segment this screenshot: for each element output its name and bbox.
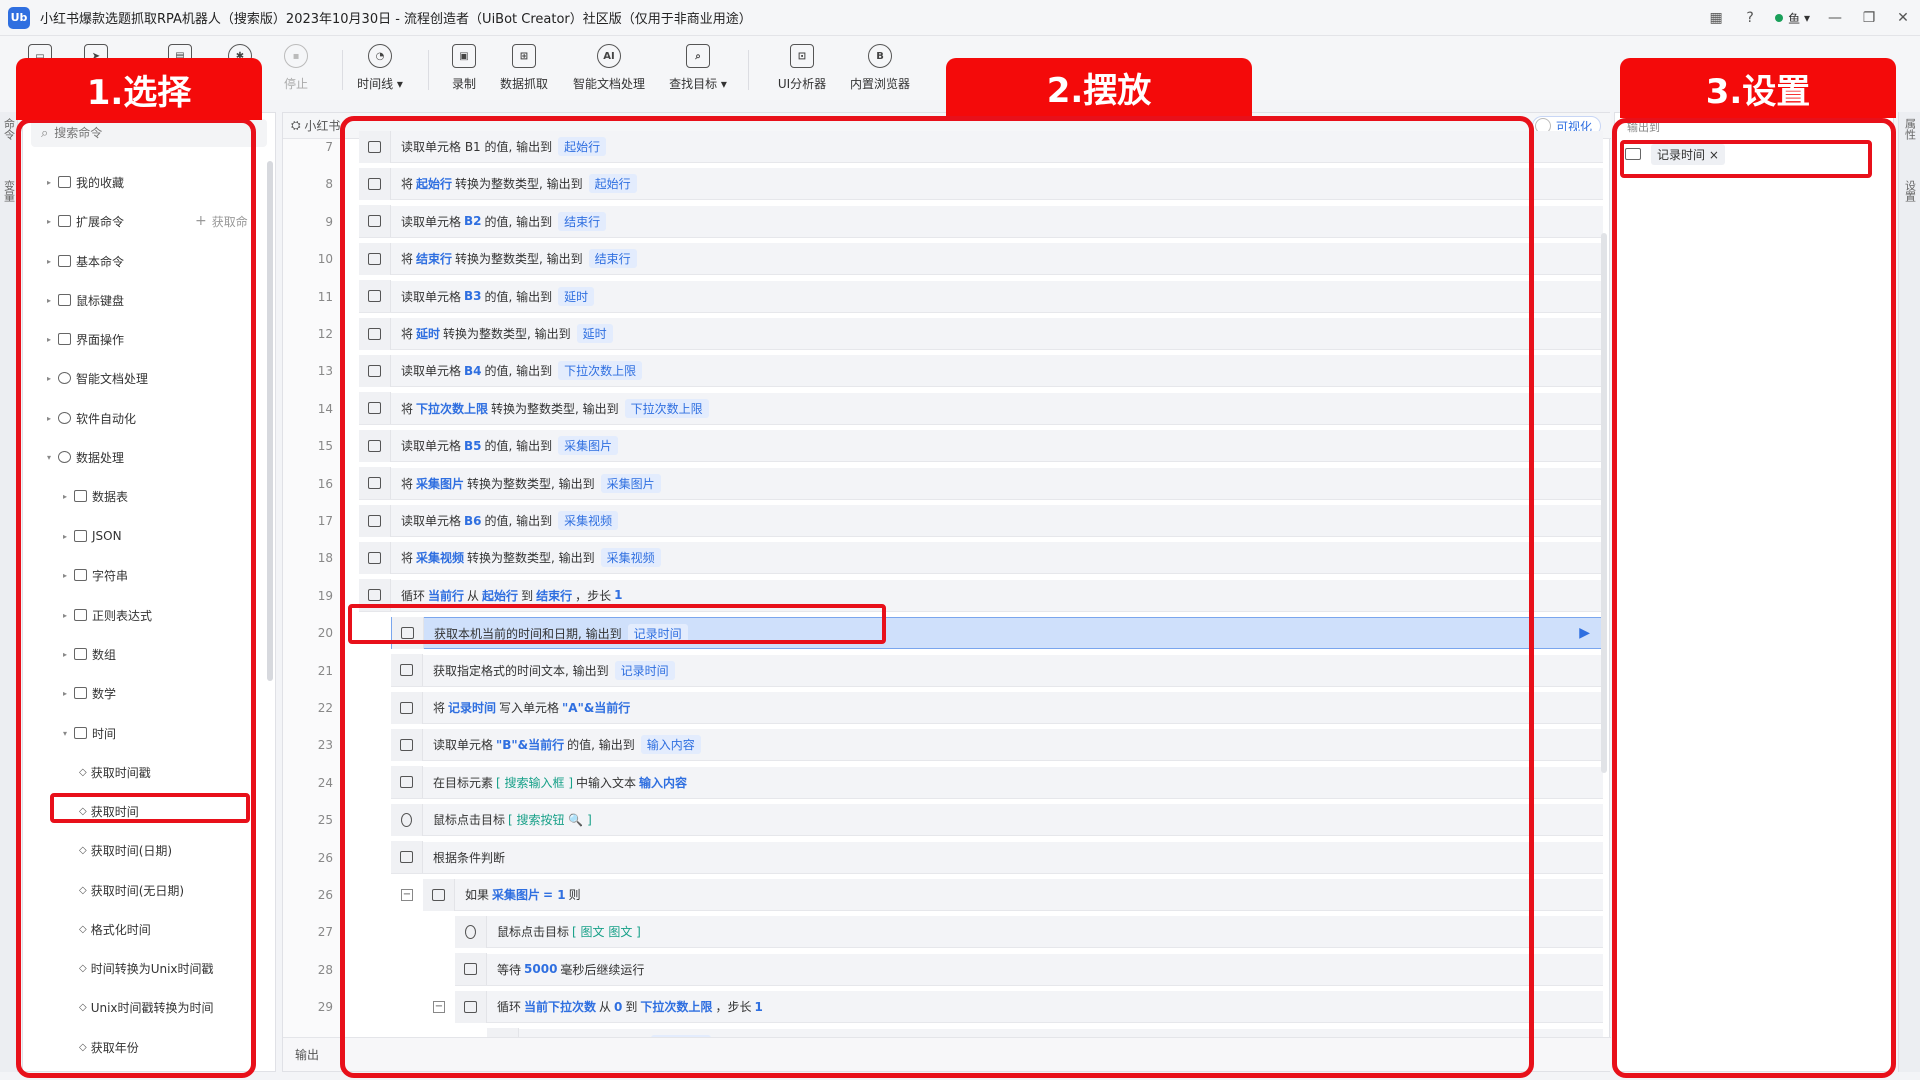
annotation-settings-box: [1612, 118, 1896, 1078]
ui-analyzer-icon: ⊡: [790, 44, 814, 68]
right-rail: 属性 设置: [1898, 112, 1920, 1072]
close-icon[interactable]: ✕: [1886, 0, 1920, 36]
browser-icon: B: [868, 44, 892, 68]
output-label: 输出: [295, 1048, 320, 1062]
line-number: 13: [317, 364, 333, 379]
line-number: 23: [317, 738, 333, 753]
tree-icon: ⛭: [291, 118, 305, 132]
line-number: 8: [325, 177, 333, 192]
line-number: 7: [325, 140, 333, 154]
toolbar-divider: [748, 50, 749, 90]
line-number: 9: [325, 214, 333, 229]
annotation-select-label: 1.选择: [16, 58, 262, 120]
line-number: 26: [317, 888, 333, 902]
line-number: 16: [317, 476, 333, 491]
line-number: 21: [317, 663, 333, 678]
line-number: 10: [317, 252, 333, 267]
sidebar-scrollbar[interactable]: [267, 161, 273, 681]
user-name: 鱼: [1788, 11, 1801, 26]
annotation-get-time-highlight: [50, 793, 250, 823]
ui-analyzer-label: UI分析器: [777, 77, 827, 91]
find-target-label: 查找目标 ▾: [669, 77, 727, 91]
ai-doc-icon: AI: [597, 44, 621, 68]
annotation-settings-label: 3.设置: [1620, 58, 1896, 118]
ui-analyzer-button[interactable]: ⊡ UI分析器: [762, 44, 842, 92]
line-number: 29: [317, 1000, 333, 1015]
clock-icon: ◔: [368, 44, 392, 68]
line-number: 26: [317, 850, 333, 865]
scrape-button[interactable]: ⊞ 数据抓取: [484, 44, 564, 92]
stop-button[interactable]: ▪ 停止: [256, 44, 336, 92]
annotation-row-highlight: [348, 604, 886, 644]
title-bar: Ub 小红书爆款选题抓取RPA机器人（搜索版）2023年10月30日 - 流程创…: [0, 0, 1920, 36]
line-number-gutter: 7 8 9 10 11 12 13 14 15 16 17 18 19 20 21 22 23 24 25 26 26 2…: [283, 139, 341, 1052]
line-number: 19: [317, 588, 333, 603]
restore-icon[interactable]: ❐: [1852, 0, 1886, 36]
run-from-here-icon[interactable]: ▶: [1579, 625, 1590, 641]
line-number: 24: [317, 775, 333, 790]
annotation-output-highlight: [1620, 140, 1872, 178]
window-controls: ▦ ? 鱼 ▾ — ❐ ✕: [1699, 0, 1920, 36]
stop-label: 停止: [283, 77, 308, 91]
find-target-icon: ⌕: [686, 44, 710, 68]
record-icon: ▣: [452, 44, 476, 68]
timeline-button[interactable]: ◔ 时间线 ▾: [340, 44, 420, 92]
annotation-place-box: [340, 116, 1534, 1078]
rail-tab-properties[interactable]: 属性: [1902, 118, 1918, 140]
user-menu[interactable]: 鱼 ▾: [1775, 10, 1810, 27]
stop-icon: ▪: [284, 44, 308, 68]
tab-flow[interactable]: 小红书: [304, 117, 340, 134]
ai-doc-label: 智能文档处理: [572, 77, 645, 91]
chevron-down-icon: ▾: [1800, 11, 1810, 25]
timeline-label: 时间线 ▾: [357, 77, 403, 91]
line-number: 11: [317, 289, 333, 304]
annotation-select-box: [16, 118, 256, 1078]
browser-label: 内置浏览器: [849, 77, 910, 91]
canvas-scrollbar[interactable]: [1601, 233, 1607, 773]
line-number: 22: [317, 701, 333, 715]
record-label: 录制: [451, 77, 476, 91]
ai-doc-button[interactable]: AI 智能文档处理: [569, 44, 649, 92]
scrape-icon: ⊞: [512, 44, 536, 68]
line-number: 14: [317, 401, 333, 416]
online-status-icon: [1775, 14, 1784, 22]
scrape-label: 数据抓取: [499, 77, 548, 91]
find-target-button[interactable]: ⌕ 查找目标 ▾: [658, 44, 738, 92]
rail-tab-commands[interactable]: 命令: [1, 118, 17, 140]
rail-tab-variables[interactable]: 变量: [1, 180, 17, 202]
app-logo-icon: Ub: [8, 6, 30, 29]
apps-grid-icon[interactable]: ▦: [1699, 0, 1733, 36]
window-title: 小红书爆款选题抓取RPA机器人（搜索版）2023年10月30日 - 流程创造者（…: [40, 12, 752, 27]
help-icon[interactable]: ?: [1733, 0, 1767, 36]
rail-tab-settings[interactable]: 设置: [1902, 180, 1918, 202]
line-number: 27: [317, 925, 333, 940]
line-number: 28: [317, 962, 333, 977]
annotation-place-label: 2.摆放: [946, 58, 1252, 116]
browser-button[interactable]: B 内置浏览器: [840, 44, 920, 92]
minimize-icon[interactable]: —: [1818, 0, 1852, 36]
line-number: 18: [317, 551, 333, 566]
line-number: 15: [317, 439, 333, 454]
line-number: 17: [317, 514, 333, 528]
line-number: 20: [317, 626, 333, 641]
line-number: 25: [317, 813, 333, 828]
line-number: 12: [317, 327, 333, 341]
